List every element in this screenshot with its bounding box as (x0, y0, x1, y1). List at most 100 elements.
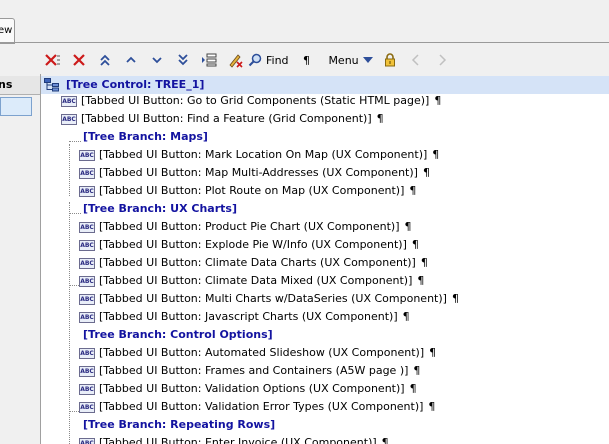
tree-item-label: [Tabbed UI Button: Mark Location On Map … (99, 148, 428, 161)
find-icon (248, 53, 262, 67)
tree-branch-label: [Tree Branch: Maps] (83, 130, 208, 143)
tree-branch-label: [Tree Branch: Repeating Rows] (83, 418, 276, 431)
tree-item[interactable]: ABC [Tabbed UI Button: Plot Route on Map… (79, 182, 416, 200)
move-to-bottom-button[interactable] (170, 50, 196, 70)
tabbed-ui-button-icon: ABC (61, 113, 77, 125)
tab-view[interactable]: ew (0, 18, 15, 44)
tree-branch[interactable]: [Tree Branch: Control Options] (83, 326, 273, 344)
tabbed-ui-button-icon: ABC (79, 149, 95, 161)
tree-item-label: [Tabbed UI Button: Product Pie Chart (UX… (99, 220, 400, 233)
back-button[interactable] (403, 50, 429, 70)
tabbed-ui-button-icon: ABC (79, 293, 95, 305)
tabbed-ui-button-icon: ABC (79, 239, 95, 251)
tabbed-ui-button-icon: ABC (79, 347, 95, 359)
tree-line (69, 202, 70, 444)
tree-line (69, 141, 81, 142)
tabbed-ui-button-icon: ABC (79, 275, 95, 287)
tree-item[interactable]: ABC [Tabbed UI Button: Enter Invoice (UX… (79, 434, 389, 444)
tree-item[interactable]: ABC [Tabbed UI Button: Find a Feature (G… (61, 110, 384, 128)
chevron-down-icon (152, 57, 162, 64)
tree-item[interactable]: ABC [Tabbed UI Button: Mark Location On … (79, 146, 439, 164)
tree-item[interactable]: ABC [Tabbed UI Button: Product Pie Chart… (79, 218, 412, 236)
double-chevron-down-icon (178, 54, 188, 66)
tabbed-ui-button-icon: ABC (79, 221, 95, 233)
move-to-top-button[interactable] (92, 50, 118, 70)
tree-item-label: [Tabbed UI Button: Plot Route on Map (UX… (99, 184, 405, 197)
tabbed-ui-button-icon: ABC (79, 401, 95, 413)
tree-branch[interactable]: [Tree Branch: UX Charts] (83, 200, 237, 218)
tree-item-label: [Tabbed UI Button: Explode Pie W/Info (U… (99, 238, 407, 251)
tree-item[interactable]: ABC [Tabbed UI Button: Validation Error … (79, 398, 435, 416)
dropdown-arrow-icon (362, 57, 373, 63)
chevron-up-icon (126, 56, 136, 63)
left-panel-header: ns (0, 76, 40, 95)
tree-item[interactable]: ABC [Tabbed UI Button: Climate Data Mixe… (79, 272, 424, 290)
pilcrow-mark: ¶ (429, 346, 437, 359)
pilcrow-mark: ¶ (420, 256, 428, 269)
tree-item[interactable]: ABC [Tabbed UI Button: Map Multi-Address… (79, 164, 430, 182)
tabbed-ui-button-icon: ABC (79, 311, 95, 323)
tree-item-label: [Tabbed UI Button: Go to Grid Components… (81, 94, 430, 107)
pilcrow-mark: ¶ (451, 292, 459, 305)
lock-button[interactable] (377, 50, 403, 70)
pilcrow-mark: ¶ (428, 400, 436, 413)
edit-pencil-icon (229, 54, 243, 68)
menu-button[interactable]: Menu (321, 50, 377, 70)
tree-line (69, 213, 81, 214)
tabbed-ui-button-icon: ABC (79, 167, 95, 179)
tabbed-ui-button-icon: ABC (79, 365, 95, 377)
pilcrow-mark: ¶ (409, 382, 417, 395)
pilcrow-mark: ¶ (434, 94, 442, 107)
pilcrow-mark: ¶ (422, 166, 430, 179)
find-button[interactable]: Find (248, 50, 293, 70)
tree-item[interactable]: ABC [Tabbed UI Button: Multi Charts w/Da… (79, 290, 459, 308)
chevron-right-icon (439, 54, 446, 66)
tree-item-label: [Tabbed UI Button: Enter Invoice (UX Com… (99, 436, 377, 444)
tree-item[interactable]: ABC [Tabbed UI Button: Frames and Contai… (79, 362, 420, 380)
tree-item-label: [Tabbed UI Button: Javascript Charts (UX… (99, 310, 398, 323)
tree-branch[interactable]: [Tree Branch: Repeating Rows] (83, 416, 275, 434)
tree-control-icon (44, 78, 59, 92)
pilcrow-mark: ¶ (409, 184, 417, 197)
tabbed-ui-button-icon: ABC (79, 185, 95, 197)
show-formatting-button[interactable]: ¶ (293, 50, 321, 70)
tree-branch-label: [Tree Branch: UX Charts] (83, 202, 237, 215)
tree-view: [Tree Control: TREE_1] ABC [Tabbed UI Bu… (40, 76, 609, 444)
move-down-button[interactable] (144, 50, 170, 70)
tabbed-ui-button-icon: ABC (61, 95, 77, 107)
delete-selected-button[interactable] (40, 50, 66, 70)
tabbed-ui-button-icon: ABC (79, 383, 95, 395)
indent-button[interactable] (196, 50, 222, 70)
pilcrow-mark: ¶ (404, 220, 412, 233)
left-panel-selected-item[interactable] (0, 97, 32, 116)
tree-item[interactable]: ABC [Tabbed UI Button: Automated Slidesh… (79, 344, 436, 362)
chevron-left-icon (411, 54, 419, 66)
pilcrow-mark: ¶ (402, 310, 410, 323)
pilcrow-mark: ¶ (413, 364, 421, 377)
tree-item[interactable]: ABC [Tabbed UI Button: Go to Grid Compon… (61, 92, 441, 110)
pilcrow-mark: ¶ (376, 112, 384, 125)
pilcrow-mark: ¶ (381, 436, 389, 444)
tabbed-ui-button-icon: ABC (79, 437, 95, 444)
double-chevron-up-icon (100, 54, 110, 66)
move-up-button[interactable] (118, 50, 144, 70)
tree-item[interactable]: ABC [Tabbed UI Button: Javascript Charts… (79, 308, 410, 326)
tree-item-label: [Tabbed UI Button: Multi Charts w/DataSe… (99, 292, 447, 305)
menu-label: Menu (328, 53, 359, 67)
edit-properties-button[interactable] (222, 50, 248, 70)
pilcrow-mark: ¶ (432, 148, 440, 161)
tree-item[interactable]: ABC [Tabbed UI Button: Validation Option… (79, 380, 417, 398)
close-icon (73, 54, 85, 66)
forward-button[interactable] (429, 50, 455, 70)
tree-item-label: [Tabbed UI Button: Climate Data Mixed (U… (99, 274, 413, 287)
tree-item[interactable]: ABC [Tabbed UI Button: Climate Data Char… (79, 254, 428, 272)
tree-item[interactable]: ABC [Tabbed UI Button: Explode Pie W/Inf… (79, 236, 419, 254)
tree-branch[interactable]: [Tree Branch: Maps] (83, 128, 208, 146)
tree-item-label: [Tabbed UI Button: Automated Slideshow (… (99, 346, 425, 359)
tree-item-label: [Tabbed UI Button: Validation Error Type… (99, 400, 424, 413)
left-panel: ns (0, 74, 41, 444)
delete-button[interactable] (66, 50, 92, 70)
tree-item-label: [Tabbed UI Button: Validation Options (U… (99, 382, 405, 395)
tree-branch-label: [Tree Branch: Control Options] (83, 328, 273, 341)
lock-icon (384, 53, 395, 67)
